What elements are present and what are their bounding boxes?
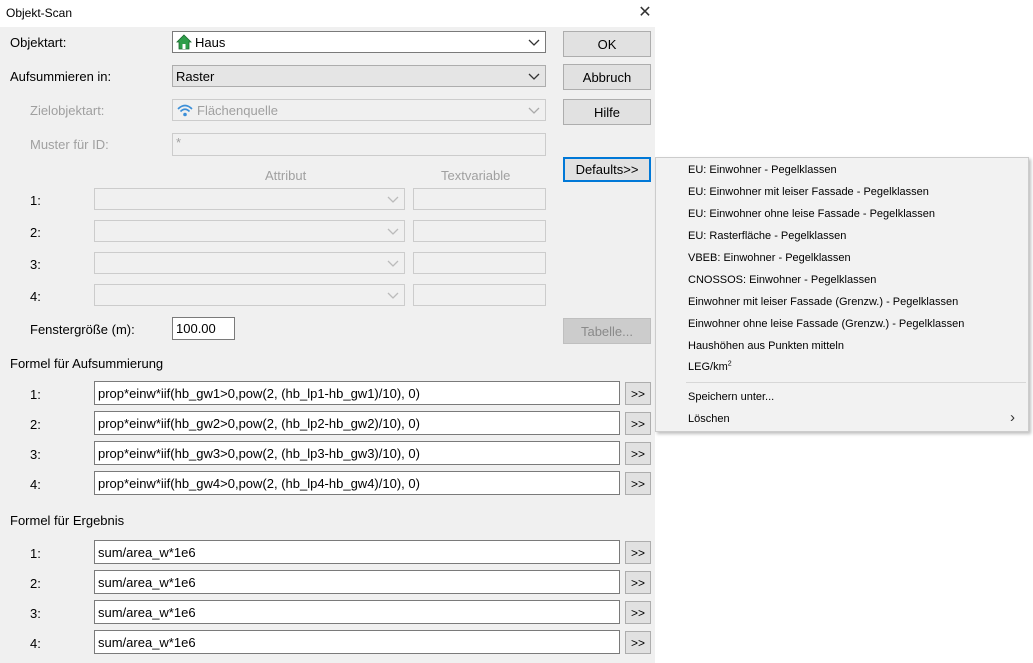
- attribute-row-label: 2:: [30, 225, 41, 240]
- textvariable-field-2[interactable]: [413, 220, 546, 242]
- aufsummierung-formula-3[interactable]: prop*einw*iif(hb_gw3>0,pow(2, (hb_lp3-hb…: [94, 441, 620, 465]
- ergebnis-formula-4[interactable]: sum/area_w*1e6: [94, 630, 620, 654]
- aufsummieren-combo[interactable]: Raster: [172, 65, 546, 87]
- formel-ergebnis-title: Formel für Ergebnis: [10, 513, 125, 528]
- attribute-row-label: 1:: [30, 193, 41, 208]
- chevron-down-icon: [387, 228, 399, 235]
- abbruch-button[interactable]: Abbruch: [563, 64, 651, 90]
- menu-item-cnossos-einwohner[interactable]: CNOSSOS: Einwohner - Pegelklassen: [688, 274, 876, 286]
- formula-row-label: 2:: [30, 417, 41, 432]
- chevron-down-icon: [528, 73, 540, 80]
- textvariable-field-3[interactable]: [413, 252, 546, 274]
- textvariable-header: Textvariable: [441, 168, 511, 183]
- insert-button[interactable]: >>: [625, 412, 651, 435]
- superscript-2: 2: [727, 360, 732, 368]
- chevron-down-icon: [387, 196, 399, 203]
- muster-label: Muster für ID:: [30, 137, 109, 152]
- formula-row-label: 4:: [30, 477, 41, 492]
- ergebnis-formula-1[interactable]: sum/area_w*1e6: [94, 540, 620, 564]
- menu-item-eu-einwohner[interactable]: EU: Einwohner - Pegelklassen: [688, 164, 837, 176]
- menu-separator: [686, 382, 1026, 383]
- menu-item-vbeb-einwohner[interactable]: VBEB: Einwohner - Pegelklassen: [688, 252, 851, 264]
- formel-aufsummierung-title: Formel für Aufsummierung: [10, 356, 164, 371]
- submenu-arrow-icon: ›: [1010, 409, 1015, 426]
- defaults-menu: EU: Einwohner - Pegelklassen EU: Einwohn…: [655, 157, 1029, 432]
- textvariable-field-1[interactable]: [413, 188, 546, 210]
- zielobjektart-label: Zielobjektart:: [30, 103, 105, 118]
- chevron-down-icon: [528, 39, 540, 46]
- chevron-down-icon: [387, 260, 399, 267]
- attribut-header: Attribut: [265, 168, 307, 183]
- menu-item-eu-rasterflaeche[interactable]: EU: Rasterfläche - Pegelklassen: [688, 230, 846, 242]
- formula-row-label: 3:: [30, 606, 41, 621]
- ok-button[interactable]: OK: [563, 31, 651, 57]
- fenstergroesse-label: Fenstergröße (m):: [30, 322, 135, 337]
- title-bar: Objekt-Scan ✕: [0, 0, 655, 27]
- objektart-combo[interactable]: Haus: [172, 31, 546, 53]
- close-icon[interactable]: ✕: [636, 3, 654, 23]
- menu-item-leg-km2[interactable]: LEG/km2: [688, 360, 732, 373]
- insert-button[interactable]: >>: [625, 442, 651, 465]
- insert-button[interactable]: >>: [625, 631, 651, 654]
- ergebnis-formula-2[interactable]: sum/area_w*1e6: [94, 570, 620, 594]
- textvariable-field-4[interactable]: [413, 284, 546, 306]
- menu-item-einwohner-ohne-leise-grenzw[interactable]: Einwohner ohne leise Fassade (Grenzw.) -…: [688, 318, 964, 330]
- attribut-combo-2[interactable]: [94, 220, 405, 242]
- tabelle-button[interactable]: Tabelle...: [563, 318, 651, 344]
- aufsummierung-formula-4[interactable]: prop*einw*iif(hb_gw4>0,pow(2, (hb_lp4-hb…: [94, 471, 620, 495]
- insert-button[interactable]: >>: [625, 382, 651, 405]
- zielobjektart-value: Flächenquelle: [197, 102, 278, 118]
- formula-row-label: 1:: [30, 546, 41, 561]
- aufsummieren-label: Aufsummieren in:: [10, 69, 112, 84]
- insert-button[interactable]: >>: [625, 601, 651, 624]
- formula-row-label: 3:: [30, 447, 41, 462]
- attribut-combo-1[interactable]: [94, 188, 405, 210]
- aufsummierung-formula-2[interactable]: prop*einw*iif(hb_gw2>0,pow(2, (hb_lp2-hb…: [94, 411, 620, 435]
- leg-km-text: LEG/km: [688, 361, 728, 373]
- window-title: Objekt-Scan: [6, 6, 73, 20]
- chevron-down-icon: [387, 292, 399, 299]
- menu-item-einwohner-leise-grenzw[interactable]: Einwohner mit leiser Fassade (Grenzw.) -…: [688, 296, 958, 308]
- muster-id-field[interactable]: *: [172, 133, 546, 156]
- menu-item-loeschen[interactable]: Löschen: [688, 413, 730, 425]
- zielobjektart-combo[interactable]: Flächenquelle: [172, 99, 546, 121]
- insert-button[interactable]: >>: [625, 541, 651, 564]
- area-source-icon: [177, 104, 193, 117]
- attribute-row-label: 3:: [30, 257, 41, 272]
- defaults-button[interactable]: Defaults>>: [563, 157, 651, 182]
- hilfe-button[interactable]: Hilfe: [563, 99, 651, 125]
- attribut-combo-3[interactable]: [94, 252, 405, 274]
- formula-row-label: 2:: [30, 576, 41, 591]
- formula-row-label: 4:: [30, 636, 41, 651]
- insert-button[interactable]: >>: [625, 472, 651, 495]
- formula-row-label: 1:: [30, 387, 41, 402]
- menu-item-speichern-unter[interactable]: Speichern unter...: [688, 391, 774, 403]
- objektart-value: Haus: [195, 34, 226, 50]
- ergebnis-formula-3[interactable]: sum/area_w*1e6: [94, 600, 620, 624]
- chevron-down-icon: [528, 107, 540, 114]
- aufsummieren-value: Raster: [176, 68, 215, 84]
- attribute-row-label: 4:: [30, 289, 41, 304]
- fenstergroesse-input[interactable]: 100.00: [172, 317, 235, 340]
- menu-item-eu-einwohner-ohne-leise[interactable]: EU: Einwohner ohne leise Fassade - Pegel…: [688, 208, 935, 220]
- menu-item-haushoehen[interactable]: Haushöhen aus Punkten mitteln: [688, 340, 844, 352]
- insert-button[interactable]: >>: [625, 571, 651, 594]
- aufsummierung-formula-1[interactable]: prop*einw*iif(hb_gw1>0,pow(2, (hb_lp1-hb…: [94, 381, 620, 405]
- menu-item-eu-einwohner-leise[interactable]: EU: Einwohner mit leiser Fassade - Pegel…: [688, 186, 929, 198]
- objektart-label: Objektart:: [10, 35, 67, 50]
- attribut-combo-4[interactable]: [94, 284, 405, 306]
- house-icon: [176, 34, 192, 50]
